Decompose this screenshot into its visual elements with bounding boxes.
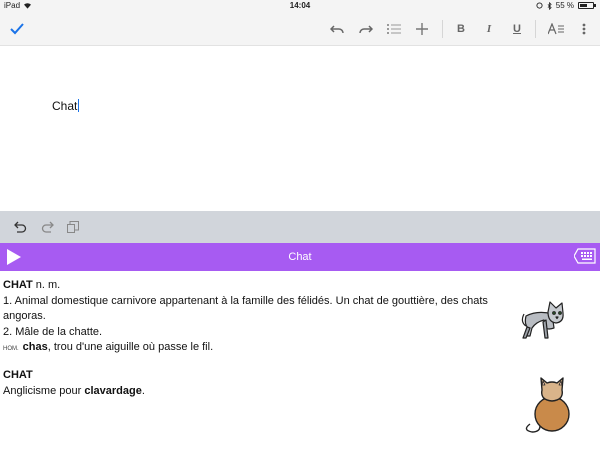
part-of-speech: n. m. bbox=[32, 279, 61, 291]
status-time: 14:04 bbox=[289, 1, 311, 10]
editor-toolbar: B I U bbox=[0, 12, 600, 46]
text-caret bbox=[78, 99, 80, 112]
keyboard-hide-icon[interactable] bbox=[574, 248, 596, 264]
definition-sense: Anglicisme pour clavardage. bbox=[3, 384, 513, 400]
document-text[interactable]: Chat bbox=[52, 99, 80, 113]
definition-sense-1: 1. Animal domestique carnivore appartena… bbox=[3, 294, 488, 323]
location-icon bbox=[536, 2, 543, 9]
headword: CHAT bbox=[3, 369, 33, 381]
definition-entry: CHAT Anglicisme pour clavardage. bbox=[3, 368, 513, 399]
entry-header: CHAT n. m. bbox=[3, 278, 513, 294]
check-icon[interactable] bbox=[4, 12, 30, 46]
headword: CHAT bbox=[3, 279, 33, 291]
gray-cat-pictogram bbox=[521, 301, 564, 339]
document-text-content: Chat bbox=[52, 99, 78, 113]
definition-text: Anglicisme pour bbox=[3, 384, 85, 397]
list-icon[interactable] bbox=[381, 12, 407, 46]
undo-icon[interactable] bbox=[324, 12, 350, 46]
homophone-definition: , trou d'une aiguille où passe le fil. bbox=[47, 341, 214, 353]
redo-icon[interactable] bbox=[353, 12, 379, 46]
homophone-word[interactable]: chas bbox=[23, 341, 48, 353]
undo-arrow-icon[interactable] bbox=[10, 211, 32, 243]
definition-entry: CHAT n. m. 1. Animal domestique carnivor… bbox=[3, 278, 513, 358]
definition-punctuation: . bbox=[141, 384, 145, 397]
text-format-icon[interactable] bbox=[543, 12, 569, 46]
toolbar-divider bbox=[442, 20, 443, 38]
redo-arrow-icon[interactable] bbox=[36, 211, 58, 243]
document-editor[interactable]: Chat bbox=[0, 47, 600, 211]
toolbar-divider bbox=[535, 20, 536, 38]
italic-icon[interactable]: I bbox=[476, 12, 502, 46]
copy-icon[interactable] bbox=[62, 211, 84, 243]
keyboard-accessory-bar bbox=[0, 211, 600, 243]
homophone-line: HOM. chas, trou d'une aiguille où passe l… bbox=[3, 340, 513, 358]
plus-icon[interactable] bbox=[409, 12, 435, 46]
more-vertical-icon[interactable] bbox=[571, 12, 597, 46]
orange-cat-pictogram bbox=[525, 377, 570, 433]
related-word-link[interactable]: clavardage bbox=[84, 385, 141, 397]
status-bar: iPad 14:04 55 % bbox=[0, 0, 600, 12]
definition-sense-2: 2. Mâle de la chatte. bbox=[3, 325, 103, 338]
homophone-tag: HOM. bbox=[3, 346, 19, 352]
bluetooth-icon bbox=[547, 1, 552, 10]
speech-bar-title: Chat bbox=[288, 251, 312, 263]
battery-icon bbox=[578, 2, 596, 9]
speech-bar: Chat bbox=[0, 243, 600, 271]
bold-icon[interactable]: B bbox=[448, 12, 474, 46]
underline-icon[interactable]: U bbox=[504, 12, 530, 46]
battery-percent: 55 % bbox=[555, 1, 574, 10]
